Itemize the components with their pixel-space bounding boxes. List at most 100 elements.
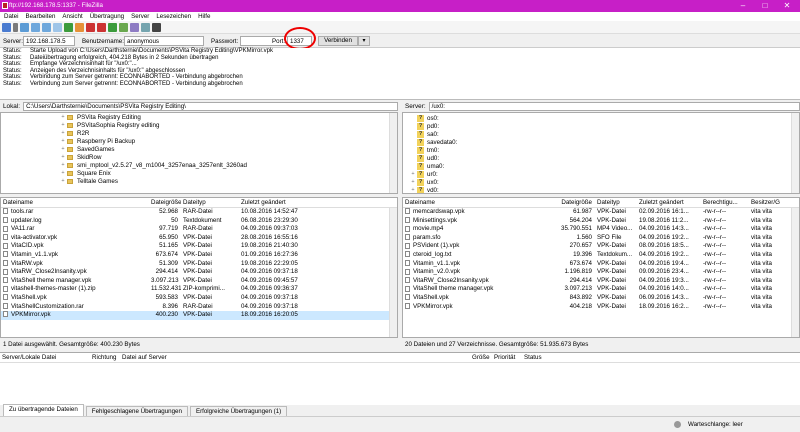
table-row[interactable]: updater.log 50 Textdokument 06.08.2016 23:2… xyxy=(1,217,397,226)
toggle-log-icon[interactable] xyxy=(20,22,29,32)
list-scrollbar[interactable] xyxy=(791,208,799,337)
compare-icon[interactable] xyxy=(130,22,139,32)
table-row[interactable]: tools.rar 52.968 RAR-Datei 10.08.2016 14:52… xyxy=(1,208,397,217)
table-row[interactable]: memcardswap.vpk 61.987 VPK-Datei 02.09.2016… xyxy=(403,208,799,217)
toggle-local-tree-icon[interactable] xyxy=(31,22,40,32)
expand-icon[interactable]: + xyxy=(59,130,67,136)
tree-item[interactable]: + R2R xyxy=(1,129,397,137)
remote-col-header[interactable]: Dateiname xyxy=(403,198,553,207)
local-col-header[interactable]: Dateigröße xyxy=(149,198,181,207)
tree-item[interactable]: ? sa0: xyxy=(403,130,799,138)
process-queue-icon[interactable] xyxy=(75,22,84,32)
table-row[interactable]: vita-activator.vpk 65.950 VPK-Datei 28.08.2… xyxy=(1,234,397,243)
expand-icon[interactable]: + xyxy=(409,171,417,177)
queue-col-size[interactable]: Größe xyxy=(470,353,492,362)
table-row[interactable]: VitaCID.vpk 51.165 VPK-Datei 19.08.2016 21:… xyxy=(1,242,397,251)
table-row[interactable]: VPKMirror.vpk 400.230 VPK-Datei 18.09.2016 … xyxy=(1,311,397,320)
table-row[interactable]: VPKMirror.vpk 404.218 VPK-Datei 18.09.2016 … xyxy=(403,303,799,312)
sync-browse-icon[interactable] xyxy=(141,22,150,32)
remote-col-header[interactable]: Besitzer/G xyxy=(749,198,783,207)
tree-item[interactable]: + SavedGames xyxy=(1,145,397,153)
local-col-header[interactable]: Dateiname xyxy=(1,198,149,207)
local-path-input[interactable]: C:\Users\Darthsternie\Documents\PSVita R… xyxy=(23,101,398,111)
menu-uebertragung[interactable]: Übertragung xyxy=(90,13,124,20)
username-input[interactable]: anonymous xyxy=(124,36,204,46)
local-col-header[interactable]: Dateityp xyxy=(181,198,239,207)
expand-icon[interactable]: + xyxy=(59,138,67,144)
filter-icon[interactable] xyxy=(119,22,128,32)
table-row[interactable]: param.sfo 1.560 SFO File 04.09.2016 19:2...… xyxy=(403,234,799,243)
expand-icon[interactable]: + xyxy=(409,179,417,185)
remote-col-header[interactable]: Dateityp xyxy=(595,198,637,207)
reconnect-icon[interactable] xyxy=(108,22,117,32)
table-row[interactable]: VitaRW_Close2Insanity.vpk 294.414 VPK-Date… xyxy=(1,268,397,277)
menu-ansicht[interactable]: Ansicht xyxy=(62,13,82,20)
tree-item[interactable]: ? pd0: xyxy=(403,122,799,130)
queue-col-status[interactable]: Status xyxy=(522,353,582,362)
toggle-queue-icon[interactable] xyxy=(53,22,62,32)
expand-icon[interactable]: + xyxy=(59,122,67,128)
expand-icon[interactable]: + xyxy=(59,178,67,184)
expand-icon[interactable]: + xyxy=(409,187,417,193)
maximize-button[interactable]: □ xyxy=(754,0,776,12)
minimize-button[interactable]: – xyxy=(732,0,754,12)
site-manager-icon[interactable] xyxy=(2,22,11,32)
close-button[interactable]: ✕ xyxy=(776,0,798,12)
queue-col-priority[interactable]: Priorität xyxy=(492,353,522,362)
tree-item[interactable]: ? ud0: xyxy=(403,154,799,162)
menu-datei[interactable]: Datei xyxy=(4,13,18,20)
connect-button[interactable]: Verbinden xyxy=(318,36,358,46)
connect-dropdown-button[interactable]: ▾ xyxy=(358,36,370,46)
tab-successful[interactable]: Erfolgreiche Übertragungen (1) xyxy=(189,406,288,416)
queue-col-file[interactable]: Server/Lokale Datei xyxy=(0,353,90,362)
expand-icon[interactable]: + xyxy=(59,154,67,160)
refresh-icon[interactable] xyxy=(64,22,73,32)
table-row[interactable]: movie.mp4 35.790.551 MP4 Video... 04.09.201… xyxy=(403,225,799,234)
server-input[interactable]: 192.168.178.5 xyxy=(23,36,75,46)
table-row[interactable]: VitaShell.vpk 593.583 VPK-Datei 04.09.2016 … xyxy=(1,294,397,303)
tree-item[interactable]: + smi_mptool_v2.5.27_v8_m1004_3257enaa_32… xyxy=(1,161,397,169)
queue-col-direction[interactable]: Richtung xyxy=(90,353,120,362)
toggle-remote-tree-icon[interactable] xyxy=(42,22,51,32)
tree-item[interactable]: +? vd0: xyxy=(403,186,799,193)
menu-lesezeichen[interactable]: Lesezeichen xyxy=(156,13,191,20)
expand-icon[interactable]: + xyxy=(59,170,67,176)
tree-item[interactable]: +? ux0: xyxy=(403,178,799,186)
cancel-icon[interactable] xyxy=(86,22,95,32)
table-row[interactable]: VitaShell.vpk 843.892 VPK-Datei 06.09.2016 … xyxy=(403,294,799,303)
table-row[interactable]: vitashell-themes-master (1).zip 11.532.43… xyxy=(1,285,397,294)
expand-icon[interactable]: + xyxy=(59,146,67,152)
tree-item[interactable]: ? savedata0: xyxy=(403,138,799,146)
menu-hilfe[interactable]: Hilfe xyxy=(198,13,210,20)
table-row[interactable]: cteroid_log.txt 19.396 Textdokum... 04.09.2… xyxy=(403,251,799,260)
remote-col-header[interactable]: Dateigröße xyxy=(553,198,595,207)
table-row[interactable]: VitaShell theme manager.vpk 3.097.213 VPK-… xyxy=(1,277,397,286)
table-row[interactable]: Minisettings.vpk 564.204 VPK-Datei 19.08.20… xyxy=(403,217,799,226)
expand-icon[interactable]: + xyxy=(59,114,67,120)
disconnect-icon[interactable] xyxy=(97,22,106,32)
queue-col-remote[interactable]: Datei auf Server xyxy=(120,353,470,362)
tab-queued[interactable]: Zu übertragende Dateien xyxy=(3,404,84,416)
tree-item[interactable]: ? uma0: xyxy=(403,162,799,170)
search-icon[interactable] xyxy=(152,22,161,32)
dropdown-icon[interactable] xyxy=(13,22,18,32)
remote-col-header[interactable]: Zuletzt geändert xyxy=(637,198,701,207)
tree-item[interactable]: + Telltale Games xyxy=(1,177,397,185)
remote-path-input[interactable]: /ux0: xyxy=(428,101,800,111)
menu-server[interactable]: Server xyxy=(131,13,149,20)
local-col-header[interactable]: Zuletzt geändert xyxy=(239,198,339,207)
tree-scrollbar[interactable] xyxy=(389,113,397,193)
table-row[interactable]: PSVident (1).vpk 270.657 VPK-Datei 08.09.20… xyxy=(403,242,799,251)
table-row[interactable]: VitaRW_Close2Insanity.vpk 294.414 VPK-Date… xyxy=(403,277,799,286)
tree-item[interactable]: ? tm0: xyxy=(403,146,799,154)
tree-item[interactable]: + Square Enix xyxy=(1,169,397,177)
table-row[interactable]: VitaRW.vpk 51.309 VPK-Datei 19.08.2016 22:2… xyxy=(1,260,397,269)
table-row[interactable]: Vitamin_v1.1.vpk 673.674 VPK-Datei 04.09.20… xyxy=(403,260,799,269)
list-scrollbar[interactable] xyxy=(389,208,397,337)
tree-item[interactable]: + Raspberry Pi Backup xyxy=(1,137,397,145)
remote-col-header[interactable]: Berechtigu... xyxy=(701,198,749,207)
tree-item[interactable]: +? ur0: xyxy=(403,170,799,178)
table-row[interactable]: VitaShell theme manager.vpk 3.097.213 VPK-… xyxy=(403,285,799,294)
tree-item[interactable]: ? os0: xyxy=(403,114,799,122)
tree-item[interactable]: + PSVita Registry Editing xyxy=(1,113,397,121)
